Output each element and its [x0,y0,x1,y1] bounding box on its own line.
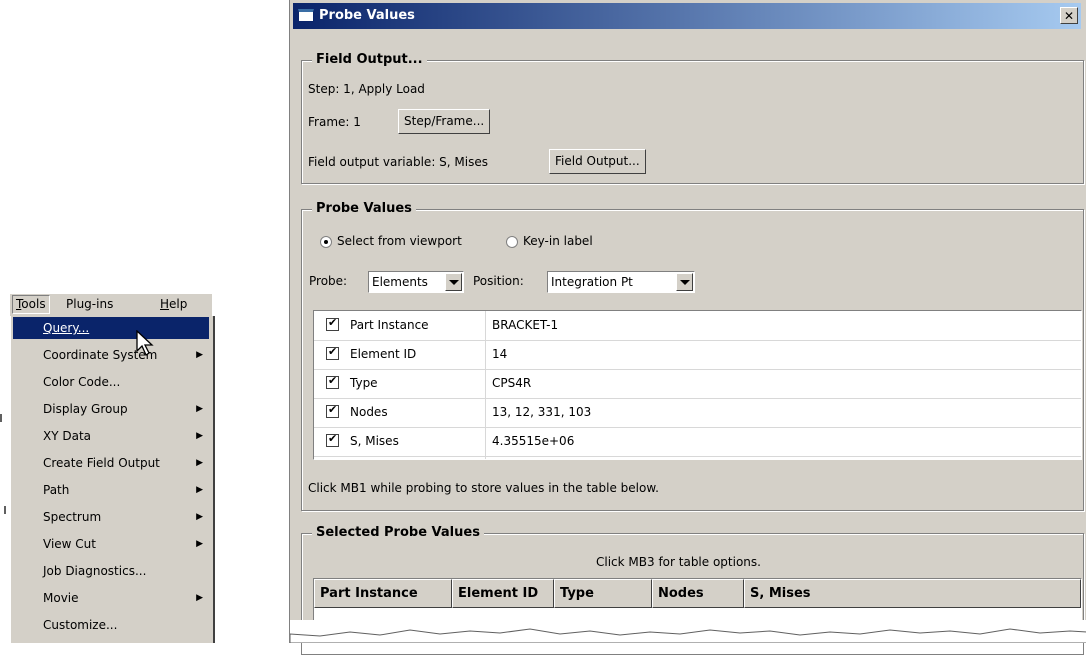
row-value: 14 [492,347,508,361]
step-frame-button[interactable]: Step/Frame... [398,109,491,134]
position-label: Position: [473,274,524,288]
type-checkbox[interactable] [326,374,339,389]
key-in-label-label: Key-in label [523,234,593,248]
submenu-arrow-icon: ▶ [196,593,203,603]
edge-mark [0,414,2,422]
menu-item-spectrum[interactable]: Spectrum ▶ [13,506,209,528]
frame-label: Frame: 1 [308,115,361,129]
menu-item-display-group[interactable]: Display Group ▶ [13,398,209,420]
menu-item-query[interactable]: Query... [13,317,209,339]
column-header-part-instance[interactable]: Part Instance [314,579,452,608]
column-header-type[interactable]: Type [554,579,652,608]
menu-bar: Tools Plug-ins Help [10,294,212,317]
chevron-down-icon[interactable] [445,273,462,291]
column-header-s-mises[interactable]: S, Mises [744,579,1081,608]
probe-label: Probe: [309,274,348,288]
menu-help[interactable]: Help [157,296,190,313]
table-row: Element ID 14 [314,340,1081,370]
field-output-title: Field Output... [312,52,427,67]
menu-item-job-diagnostics[interactable]: Job Diagnostics... [13,560,209,582]
menu-item-xy-data[interactable]: XY Data ▶ [13,425,209,447]
tools-dropdown: Query... Coordinate System ▶ Color Code..… [10,316,215,643]
probe-values-title: Probe Values [312,201,416,216]
menu-item-view-cut[interactable]: View Cut ▶ [13,533,209,555]
column-header-nodes[interactable]: Nodes [652,579,744,608]
menu-item-customize[interactable]: Customize... [13,614,209,636]
element-id-checkbox[interactable] [326,345,339,360]
edge-mark [4,506,6,514]
field-output-variable-label: Field output variable: S, Mises [308,155,488,169]
menu-item-coordinate-system[interactable]: Coordinate System ▶ [13,344,209,366]
table-row: Part Instance BRACKET-1 [314,311,1081,341]
key-in-label-radio[interactable] [506,236,518,248]
selected-hint: Click MB3 for table options. [596,555,761,569]
close-button[interactable]: ✕ [1060,7,1078,24]
selected-probe-values-title: Selected Probe Values [312,525,484,540]
probe-select[interactable]: Elements [368,271,464,293]
table-row: S, Mises 4.35515e+06 [314,427,1081,457]
menu-tools[interactable]: Tools [12,295,50,314]
window-icon [298,9,314,22]
menu-item-color-code[interactable]: Color Code... [13,371,209,393]
row-name: S, Mises [350,434,399,448]
step-label: Step: 1, Apply Load [308,82,425,96]
row-name: Part Instance [350,318,429,332]
menu-item-movie[interactable]: Movie ▶ [13,587,209,609]
torn-edge [290,620,1086,643]
probe-values-dialog: Probe Values ✕ Field Output... Step: 1, … [289,0,1086,655]
table-row: Type CPS4R [314,369,1081,399]
probe-values-table: Part Instance BRACKET-1 Element ID 14 Ty… [313,310,1082,460]
row-name: Element ID [350,347,417,361]
nodes-checkbox[interactable] [326,403,339,418]
row-name: Nodes [350,405,388,419]
row-value: 4.35515e+06 [492,434,575,448]
column-header-element-id[interactable]: Element ID [452,579,554,608]
submenu-arrow-icon: ▶ [196,431,203,441]
position-select[interactable]: Integration Pt [547,271,695,293]
row-name: Type [350,376,378,390]
menu-item-path[interactable]: Path ▶ [13,479,209,501]
field-output-button[interactable]: Field Output... [549,149,646,174]
submenu-arrow-icon: ▶ [196,485,203,495]
submenu-arrow-icon: ▶ [196,512,203,522]
probe-select-value: Elements [372,275,428,289]
tools-menu: Tools Plug-ins Help Query... Coordinate … [0,294,216,643]
submenu-arrow-icon: ▶ [196,350,203,360]
chevron-down-icon[interactable] [676,273,693,291]
row-value: 13, 12, 331, 103 [492,405,592,419]
mouse-cursor-icon [136,330,154,356]
menu-plugins[interactable]: Plug-ins [63,296,116,313]
submenu-arrow-icon: ▶ [196,404,203,414]
select-from-viewport-radio[interactable] [320,236,332,248]
probe-hint: Click MB1 while probing to store values … [308,481,659,495]
title-bar[interactable]: Probe Values ✕ [293,3,1081,29]
menu-item-create-field-output[interactable]: Create Field Output ▶ [13,452,209,474]
submenu-arrow-icon: ▶ [196,458,203,468]
table-row: Nodes 13, 12, 331, 103 [314,398,1081,428]
part-instance-checkbox[interactable] [326,316,339,331]
s-mises-checkbox[interactable] [326,432,339,447]
submenu-arrow-icon: ▶ [196,539,203,549]
dialog-title: Probe Values [319,8,415,23]
close-icon: ✕ [1063,9,1075,23]
position-select-value: Integration Pt [551,275,633,289]
field-output-group: Field Output... Step: 1, Apply Load Fram… [301,52,1084,184]
row-value: CPS4R [492,376,532,390]
select-from-viewport-label: Select from viewport [337,234,462,248]
row-value: BRACKET-1 [492,318,559,332]
